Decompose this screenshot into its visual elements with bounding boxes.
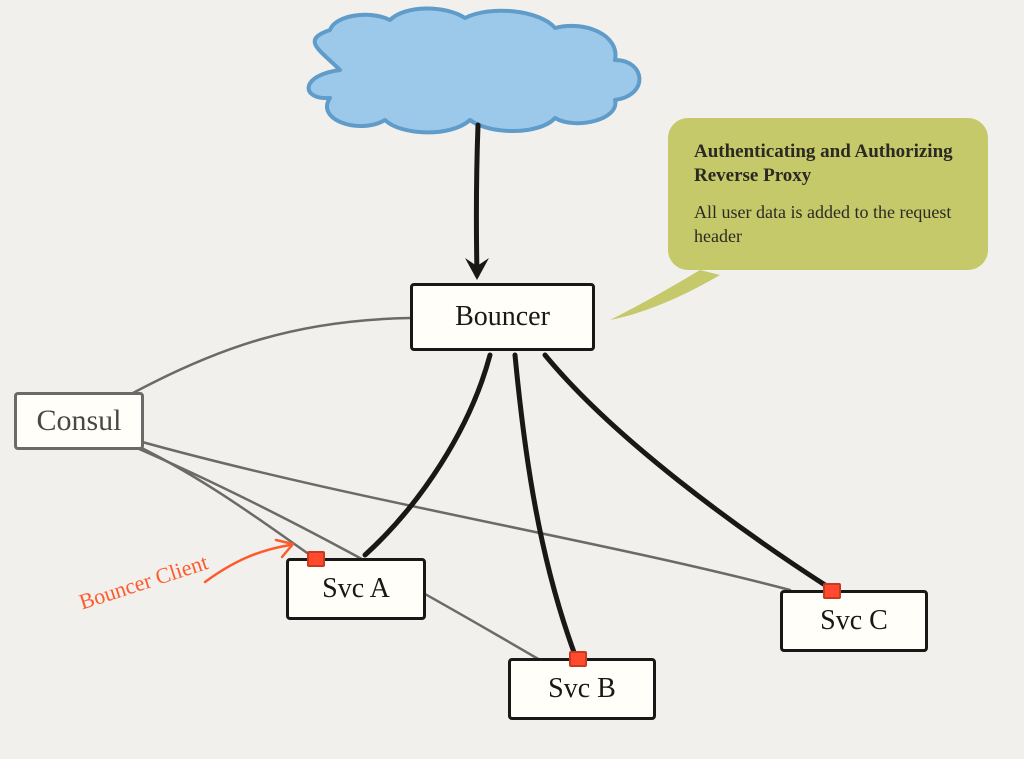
node-consul-label: Consul: [36, 404, 121, 438]
callout-body: All user data is added to the request he…: [694, 200, 962, 249]
node-svc-b: Svc B: [508, 658, 656, 720]
edge-bouncer-svcB: [515, 355, 575, 655]
callout-box: Authenticating and Authorizing Reverse P…: [668, 118, 988, 270]
edge-consul-bouncer: [120, 318, 410, 400]
client-dot-c: [823, 583, 841, 599]
edge-bouncer-svcA: [365, 355, 490, 555]
node-svc-c-label: Svc C: [820, 605, 888, 637]
cloud-icon: [309, 8, 640, 132]
node-svc-a: Svc A: [286, 558, 426, 620]
node-bouncer: Bouncer: [410, 283, 595, 351]
edge-consul-svcC: [135, 440, 790, 590]
node-svc-b-label: Svc B: [548, 673, 616, 705]
node-consul: Consul: [14, 392, 144, 450]
bouncer-client-arrow: [205, 545, 290, 582]
client-dot-b: [569, 651, 587, 667]
callout-title: Authenticating and Authorizing Reverse P…: [694, 140, 962, 188]
node-svc-c: Svc C: [780, 590, 928, 652]
node-bouncer-label: Bouncer: [455, 301, 550, 333]
edge-consul-svcA: [125, 440, 310, 555]
callout-tail: [610, 270, 720, 320]
node-svc-a-label: Svc A: [322, 573, 390, 605]
client-dot-a: [307, 551, 325, 567]
edge-cloud-bouncer: [476, 125, 478, 275]
edge-bouncer-svcC: [545, 355, 825, 585]
